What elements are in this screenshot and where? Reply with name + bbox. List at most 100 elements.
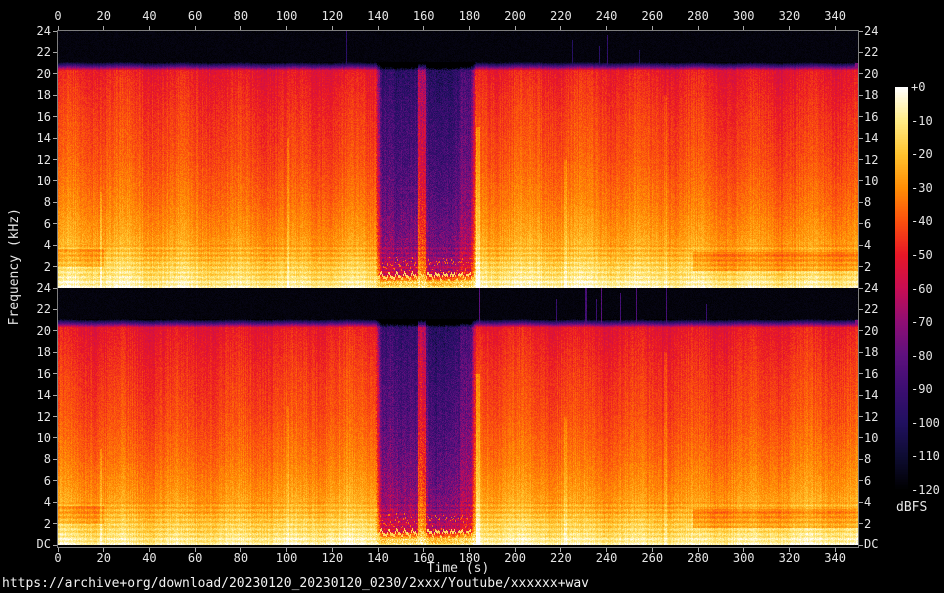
freq-tick-label: 6 — [0, 217, 51, 231]
freq-tick-label: 14 — [864, 388, 878, 402]
freq-tick-mark — [53, 352, 57, 353]
freq-tick-label: 22 — [0, 302, 51, 316]
x-tick-label: 160 — [404, 551, 444, 565]
freq-tick-mark — [859, 395, 863, 396]
x-tick-mark — [698, 26, 699, 30]
x-tick-label: 180 — [449, 551, 489, 565]
x-tick-mark — [332, 26, 333, 30]
x-tick-label: 120 — [312, 9, 352, 23]
freq-tick-label: 2 — [864, 260, 871, 274]
freq-tick-mark — [53, 138, 57, 139]
freq-tick-mark — [53, 395, 57, 396]
freq-tick-label: 14 — [0, 388, 51, 402]
freq-tick-label: 12 — [0, 153, 51, 167]
freq-tick-mark — [859, 502, 863, 503]
x-tick-mark — [240, 26, 241, 30]
x-tick-label: 260 — [632, 9, 672, 23]
freq-tick-mark — [859, 523, 863, 524]
freq-tick-label: 6 — [0, 474, 51, 488]
x-tick-label: 340 — [815, 9, 855, 23]
freq-tick-label: 4 — [0, 238, 51, 252]
x-tick-mark — [835, 26, 836, 30]
x-tick-label: 300 — [724, 9, 764, 23]
freq-tick-label: 20 — [864, 324, 878, 338]
freq-tick-mark — [53, 223, 57, 224]
freq-tick-label: 16 — [0, 110, 51, 124]
freq-tick-label: 16 — [864, 110, 878, 124]
x-tick-label: 280 — [678, 9, 718, 23]
colorbar-gradient — [895, 87, 908, 490]
freq-tick-label: 16 — [864, 367, 878, 381]
freq-tick-label: 22 — [0, 45, 51, 59]
colorbar-tick-label: -120 — [911, 483, 940, 497]
freq-tick-mark — [859, 480, 863, 481]
x-tick-label: 240 — [587, 9, 627, 23]
freq-tick-label: 22 — [864, 45, 878, 59]
freq-tick-mark — [53, 416, 57, 417]
x-tick-label: 320 — [769, 9, 809, 23]
freq-tick-mark — [859, 373, 863, 374]
freq-tick-mark — [859, 138, 863, 139]
freq-tick-mark — [53, 502, 57, 503]
freq-tick-mark — [53, 459, 57, 460]
x-tick-label: 60 — [175, 551, 215, 565]
x-tick-label: 120 — [312, 551, 352, 565]
freq-tick-mark — [53, 437, 57, 438]
colorbar-tick-label: -70 — [911, 315, 933, 329]
freq-tick-mark — [53, 95, 57, 96]
freq-tick-mark — [53, 180, 57, 181]
freq-tick-mark — [53, 480, 57, 481]
freq-dc-label: DC — [864, 537, 878, 551]
freq-tick-mark — [859, 437, 863, 438]
x-tick-mark — [789, 26, 790, 30]
x-tick-mark — [149, 26, 150, 30]
freq-tick-label: 24 — [0, 24, 51, 38]
x-tick-label: 340 — [815, 551, 855, 565]
freq-tick-mark — [859, 52, 863, 53]
freq-tick-mark — [53, 159, 57, 160]
x-tick-mark — [743, 26, 744, 30]
freq-tick-mark — [859, 159, 863, 160]
x-tick-label: 320 — [769, 551, 809, 565]
freq-tick-label: 6 — [864, 474, 871, 488]
x-tick-mark — [560, 26, 561, 30]
freq-tick-label: 10 — [0, 431, 51, 445]
freq-tick-label: 12 — [864, 153, 878, 167]
freq-tick-label: 24 — [864, 24, 878, 38]
freq-tick-label: 18 — [864, 345, 878, 359]
x-tick-label: 40 — [129, 9, 169, 23]
freq-tick-mark — [859, 202, 863, 203]
freq-tick-label: 12 — [0, 410, 51, 424]
freq-tick-mark — [53, 545, 57, 546]
x-tick-mark — [103, 26, 104, 30]
x-tick-mark — [423, 26, 424, 30]
freq-tick-label: 20 — [0, 67, 51, 81]
x-tick-label: 220 — [541, 9, 581, 23]
freq-tick-mark — [859, 223, 863, 224]
freq-dc-label: DC — [0, 537, 51, 551]
colorbar-tick-label: -90 — [911, 382, 933, 396]
freq-tick-mark — [859, 116, 863, 117]
colorbar-tick-label: +0 — [911, 80, 925, 94]
spectrogram-channel-2 — [58, 288, 858, 545]
freq-tick-label: 4 — [864, 495, 871, 509]
x-tick-label: 20 — [84, 551, 124, 565]
freq-tick-label: 18 — [0, 345, 51, 359]
x-tick-mark — [515, 26, 516, 30]
freq-tick-mark — [53, 266, 57, 267]
colorbar-tick-label: -100 — [911, 416, 940, 430]
freq-tick-label: 14 — [864, 131, 878, 145]
freq-tick-mark — [859, 266, 863, 267]
x-tick-label: 240 — [587, 551, 627, 565]
x-tick-label: 0 — [38, 9, 78, 23]
freq-tick-label: 18 — [864, 88, 878, 102]
x-tick-label: 300 — [724, 551, 764, 565]
x-tick-label: 60 — [175, 9, 215, 23]
spectrogram-window: Frequency (kHz) Time (s) dBFS https://ar… — [0, 0, 944, 593]
freq-tick-label: 6 — [864, 217, 871, 231]
freq-tick-label: 16 — [0, 367, 51, 381]
x-tick-label: 200 — [495, 551, 535, 565]
freq-tick-mark — [53, 116, 57, 117]
freq-tick-label: 10 — [0, 174, 51, 188]
x-tick-label: 200 — [495, 9, 535, 23]
